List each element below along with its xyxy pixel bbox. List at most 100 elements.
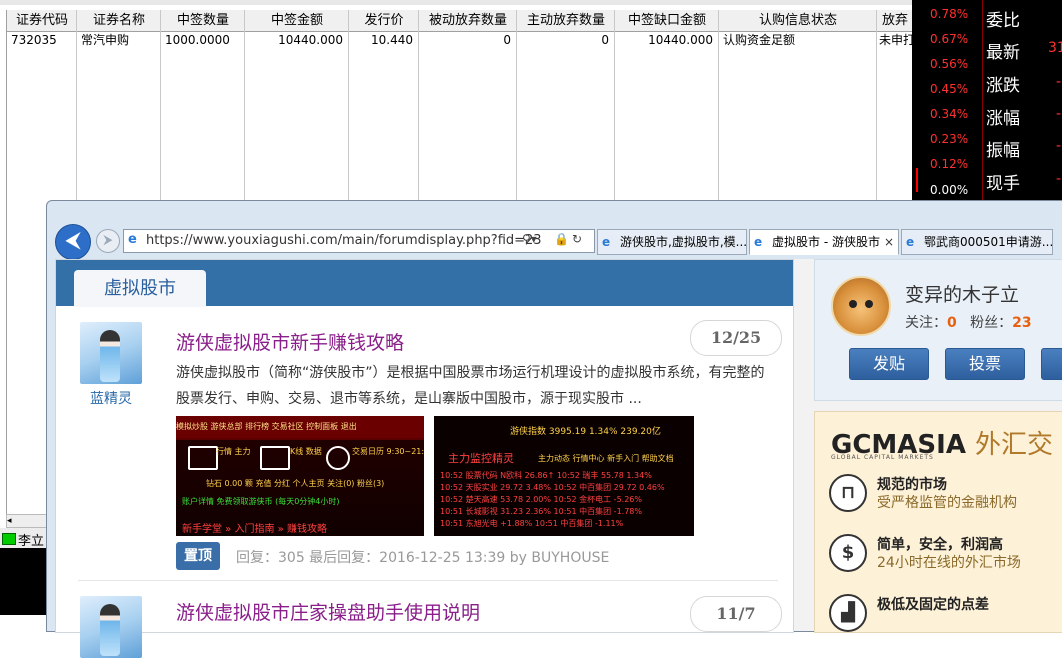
ie-icon: e bbox=[128, 232, 137, 247]
col-header-status[interactable]: 认购信息状态 bbox=[719, 10, 877, 32]
divider bbox=[78, 580, 778, 581]
search-icon[interactable]: ⚲▾ bbox=[522, 232, 537, 246]
new-post-button[interactable]: 发贴 bbox=[849, 348, 929, 380]
table-cell[interactable]: 0 bbox=[419, 32, 511, 49]
chart-icon: ▟ bbox=[829, 594, 867, 632]
thread-excerpt: 游侠虚拟股市（简称“游侠股市”）是根据中国股票市场运行机理设计的虚拟股市系统，有… bbox=[176, 365, 765, 407]
more-button[interactable] bbox=[1041, 348, 1062, 380]
thread-meta: 回复：305 最后回复：2016-12-25 13:39 by BUYHOUSE bbox=[236, 550, 610, 566]
quote-value: - bbox=[1056, 106, 1062, 122]
scale-label: 0.00% bbox=[930, 183, 969, 197]
quote-label: 涨跌 bbox=[986, 76, 1020, 96]
avatar[interactable] bbox=[80, 322, 142, 384]
table-cell[interactable]: 10440.000 bbox=[245, 32, 343, 49]
forward-button[interactable]: ⮞ bbox=[96, 229, 120, 253]
ad-item-title: 极低及固定的点差 bbox=[877, 597, 989, 613]
screenshot-text: 主力动态 行情中心 新手入门 帮助文档 bbox=[538, 454, 674, 463]
screenshot-text: 新手学堂 » 入门指南 » 赚钱攻略 bbox=[182, 524, 327, 535]
tab-label: 虚拟股市 - 游侠股市 bbox=[772, 235, 880, 249]
col-header-shortfall[interactable]: 中签缺口金额 bbox=[615, 10, 719, 32]
horizontal-scrollbar[interactable]: ◂ bbox=[6, 514, 48, 528]
scale-label: 0.67% bbox=[930, 32, 969, 46]
divider bbox=[982, 0, 983, 205]
quote-value: - bbox=[1056, 138, 1062, 154]
col-header-amount[interactable]: 中签金额 bbox=[245, 10, 349, 32]
follow-label: 关注： bbox=[905, 315, 947, 331]
ie-icon: e bbox=[754, 235, 763, 249]
scale-label: 0.34% bbox=[930, 107, 969, 121]
pinned-badge: 置顶 bbox=[176, 542, 220, 570]
clock-icon bbox=[326, 446, 350, 470]
browser-tab-active[interactable]: e 虚拟股市 - 游侠股市 × bbox=[749, 229, 899, 255]
last-price-value: 31 bbox=[1048, 40, 1062, 56]
screenshot-text: K线 数据 bbox=[290, 447, 322, 456]
lock-icon: ⊓ bbox=[829, 474, 867, 512]
table-cell[interactable]: 10440.000 bbox=[615, 32, 713, 49]
screenshot-menu: 模拟炒股 游侠总部 排行榜 交易社区 控制面板 退出 bbox=[176, 416, 424, 438]
chart-icon bbox=[188, 446, 218, 470]
thread-screenshot[interactable]: 游侠指数 3995.19 1.34% 239.20亿 主力监控精灵 主力动态 行… bbox=[434, 416, 694, 536]
browser-tab[interactable]: e 游侠股市,虚拟股市,模... bbox=[597, 229, 747, 255]
avatar[interactable] bbox=[80, 596, 142, 658]
col-header-name[interactable]: 证券名称 bbox=[77, 10, 161, 32]
table-cell[interactable]: 10.440 bbox=[349, 32, 413, 49]
screenshot-text: 10:52 股票代码 N欧科 26.86↑ 10:52 瑞丰 55.78 1.3… bbox=[440, 471, 652, 480]
table-cell[interactable]: 732035 bbox=[11, 32, 75, 49]
col-header-passive-abandon[interactable]: 被动放弃数量 bbox=[419, 10, 517, 32]
status-indicator-icon bbox=[2, 533, 16, 545]
thread-list: 虚拟股市 蓝精灵 游侠虚拟股市新手赚钱攻略 12/25 游侠虚拟股市（简称“游侠… bbox=[55, 259, 794, 658]
tab-label: 游侠股市,虚拟股市,模... bbox=[620, 235, 747, 249]
table-cell[interactable]: 0 bbox=[517, 32, 609, 49]
address-bar[interactable]: e https://www.youxiagushi.com/main/forum… bbox=[123, 229, 595, 253]
ad-item-subtitle: 受严格监管的金融机构 bbox=[877, 495, 1017, 511]
user-card: 变异的木子立 关注：0 粉丝：23 发贴 投票 bbox=[814, 259, 1062, 401]
table-cell[interactable]: 未申打 bbox=[879, 32, 913, 49]
thread-title-link[interactable]: 游侠虚拟股市新手赚钱攻略 bbox=[176, 328, 404, 355]
page-content: 虚拟股市 蓝精灵 游侠虚拟股市新手赚钱攻略 12/25 游侠虚拟股市（简称“游侠… bbox=[55, 259, 1062, 658]
refresh-icon[interactable]: ↻ bbox=[572, 232, 582, 246]
avatar[interactable] bbox=[831, 276, 891, 336]
ie-icon: e bbox=[602, 235, 611, 249]
quote-label: 涨幅 bbox=[986, 109, 1020, 129]
table-cell[interactable]: 认购资金足额 bbox=[723, 32, 873, 49]
back-button[interactable]: ⮜ bbox=[55, 224, 91, 260]
scale-label: 0.45% bbox=[930, 82, 969, 96]
table-cell[interactable]: 1000.0000 bbox=[165, 32, 243, 49]
scale-label: 0.56% bbox=[930, 57, 969, 71]
quote-label: 委比 bbox=[986, 11, 1020, 31]
thread-title-link[interactable]: 游侠虚拟股市庄家操盘助手使用说明 bbox=[176, 598, 480, 625]
col-header-price[interactable]: 发行价 bbox=[349, 10, 419, 32]
col-header-active-abandon[interactable]: 主动放弃数量 bbox=[517, 10, 615, 32]
quote-value: - bbox=[1056, 171, 1062, 187]
screenshot-text: 账户详情 免费领取游侠币 (每天0分钟4小时) bbox=[182, 497, 340, 506]
fans-count[interactable]: 23 bbox=[1012, 315, 1031, 331]
user-stats: 关注：0 粉丝：23 bbox=[905, 312, 1032, 332]
col-header-qty[interactable]: 中签数量 bbox=[161, 10, 245, 32]
monitor-icon bbox=[260, 446, 290, 470]
lock-icon[interactable]: 🔒 bbox=[554, 232, 569, 246]
table-cell[interactable]: 常汽申购 bbox=[81, 32, 159, 49]
ie-icon: e bbox=[906, 235, 915, 249]
dollar-icon: $ bbox=[829, 534, 867, 572]
col-header-code[interactable]: 证券代码 bbox=[7, 10, 77, 32]
new-poll-button[interactable]: 投票 bbox=[945, 348, 1025, 380]
tab-virtual-stock-market[interactable]: 虚拟股市 bbox=[74, 270, 206, 307]
close-icon[interactable]: × bbox=[884, 230, 894, 254]
follow-count[interactable]: 0 bbox=[947, 315, 957, 331]
screenshot-text: 10:52 天股实业 29.72 3.48% 10:52 中百集团 29.72 … bbox=[440, 483, 665, 492]
user-name[interactable]: 变异的木子立 bbox=[905, 280, 1019, 307]
author-link[interactable]: 蓝精灵 bbox=[74, 388, 148, 408]
browser-window: ⮜ ⮞ e https://www.youxiagushi.com/main/f… bbox=[46, 200, 1062, 658]
screenshot-text: 钻石 0.00 颗 充值 分红 个人主页 关注(0) 粉丝(3) bbox=[206, 479, 385, 488]
url-text[interactable]: https://www.youxiagushi.com/main/forumdi… bbox=[146, 233, 542, 248]
screenshot-text: 游侠指数 3995.19 1.34% 239.20亿 bbox=[510, 427, 661, 437]
arrow-right-icon: ⮞ bbox=[103, 233, 113, 248]
status-user-label: 李立 bbox=[18, 534, 45, 549]
ad-banner[interactable]: GCMASIA 外汇交 GLOBAL CAPITAL MARKETS ⊓ 规范的… bbox=[814, 411, 1062, 633]
browser-tab[interactable]: e 鄂武商000501申请游... bbox=[901, 229, 1053, 255]
thread-screenshot[interactable]: 模拟炒股 游侠总部 排行榜 交易社区 控制面板 退出 行情 主力 K线 数据 交… bbox=[176, 416, 424, 536]
screenshot-text: 交易日历 9:30~21:30 bbox=[352, 447, 424, 456]
browser-toolbar: ⮜ ⮞ e https://www.youxiagushi.com/main/f… bbox=[47, 223, 1062, 260]
arrow-left-icon: ⮜ bbox=[65, 228, 81, 253]
col-header-abandon[interactable]: 放弃 bbox=[877, 10, 913, 32]
